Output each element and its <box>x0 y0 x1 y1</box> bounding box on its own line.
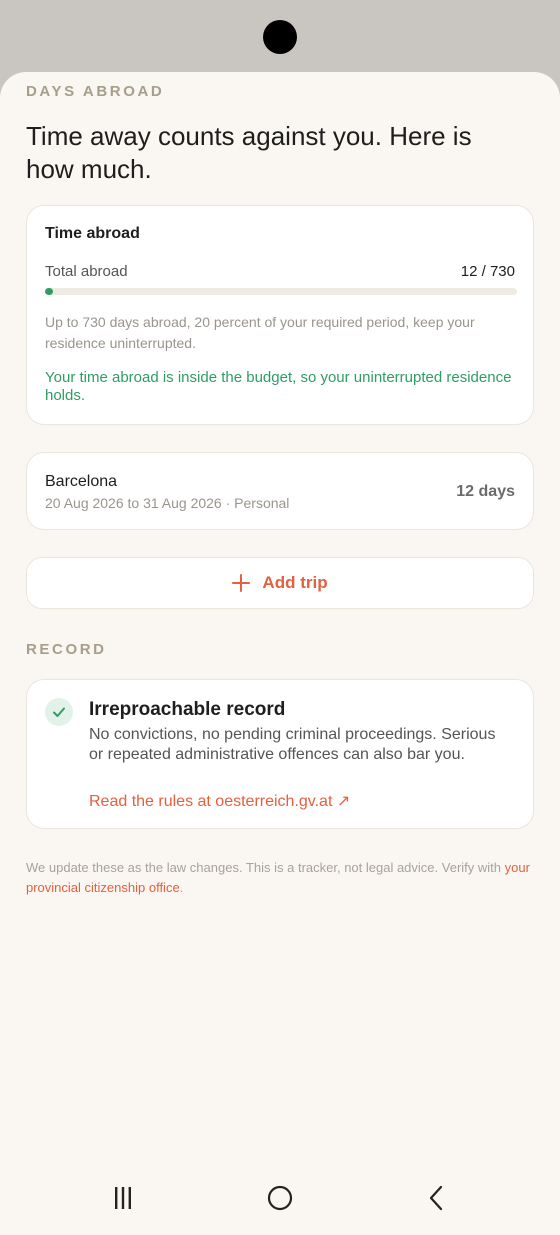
recent-apps-icon[interactable] <box>101 1176 145 1220</box>
system-navigation-bar <box>0 1160 560 1235</box>
camera-cutout <box>263 20 297 54</box>
check-icon <box>45 698 73 726</box>
record-section-label: RECORD <box>26 641 107 658</box>
add-trip-label: Add trip <box>262 573 328 592</box>
page-headline: Time away counts against you. Here is ho… <box>26 121 472 184</box>
time-abroad-status: Your time abroad is inside the budget, s… <box>45 369 512 404</box>
record-card: Irreproachable record No convictions, no… <box>26 679 534 829</box>
time-abroad-card: Time abroad Total abroad 12 / 730 Up to … <box>26 205 534 425</box>
back-icon[interactable] <box>414 1176 458 1220</box>
disclaimer-tail: . <box>179 880 184 895</box>
trip-card-barcelona[interactable]: Barcelona 20 Aug 2026 to 31 Aug 2026 · P… <box>26 452 534 530</box>
time-abroad-progress-fill <box>45 288 53 295</box>
total-abroad-label: Total abroad <box>45 263 128 280</box>
plus-icon <box>232 574 251 592</box>
disclaimer-footer: We update these as the law changes. This… <box>26 858 536 898</box>
days-abroad-section-label: DAYS ABROAD <box>26 83 165 100</box>
time-abroad-title: Time abroad <box>45 225 140 242</box>
record-rules-link[interactable]: Read the rules at oesterreich.gv.at ↗ <box>89 791 350 811</box>
trip-dates: 20 Aug 2026 to 31 Aug 2026 · Personal <box>45 495 290 511</box>
disclaimer-text: We update these as the law changes. This… <box>26 860 505 875</box>
record-description: No convictions, no pending criminal proc… <box>89 726 496 763</box>
time-abroad-explanation: Up to 730 days abroad, 20 percent of you… <box>45 314 475 351</box>
trip-days: 12 days <box>456 483 515 500</box>
trip-name: Barcelona <box>45 473 118 490</box>
add-trip-button[interactable]: Add trip <box>26 557 534 609</box>
time-abroad-progress-bar <box>45 288 517 295</box>
record-title: Irreproachable record <box>89 699 286 720</box>
status-bar <box>0 0 560 80</box>
total-abroad-value: 12 / 730 <box>460 263 515 280</box>
home-icon[interactable] <box>258 1176 302 1220</box>
